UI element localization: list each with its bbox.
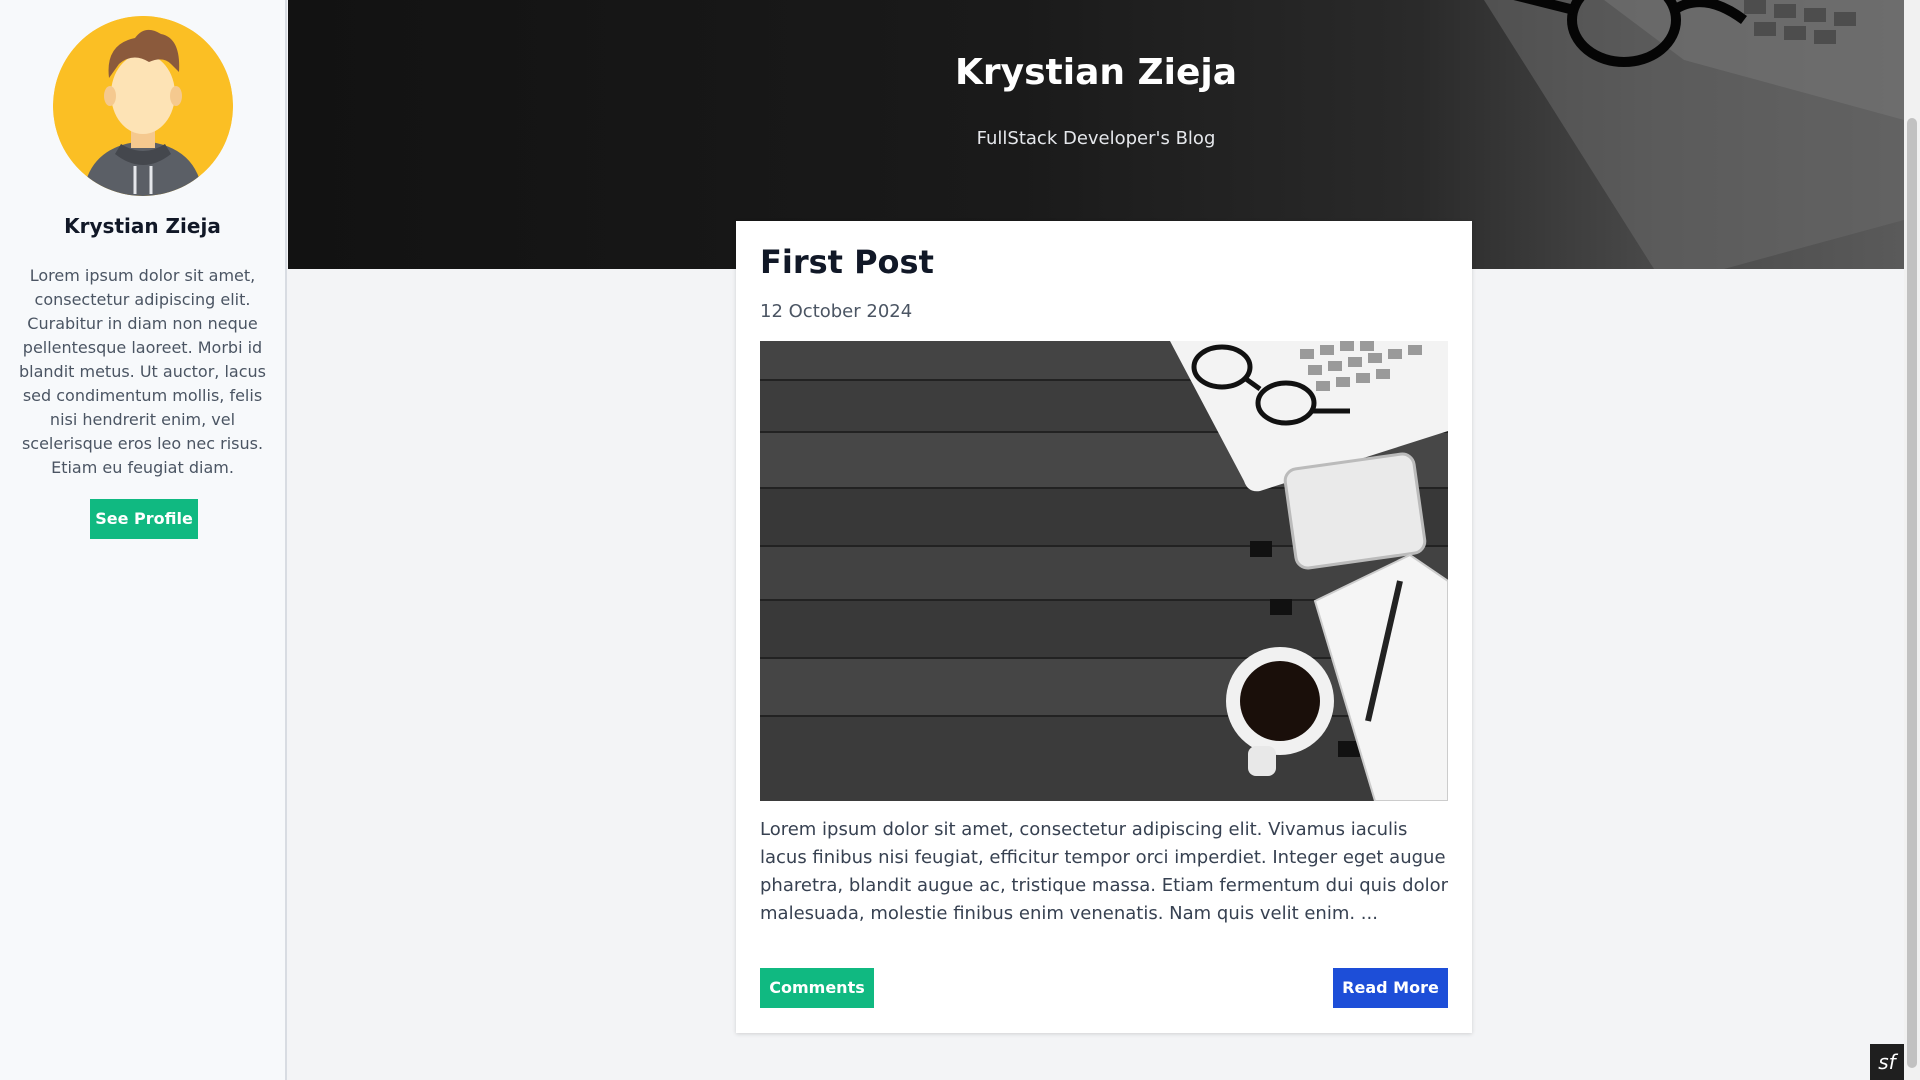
read-more-button[interactable]: Read More xyxy=(1333,968,1448,1008)
post-excerpt: Lorem ipsum dolor sit amet, consectetur … xyxy=(760,819,1448,924)
post-image xyxy=(760,341,1448,801)
site-title: Krystian Zieja xyxy=(954,52,1238,93)
author-name: Krystian Zieja xyxy=(64,214,221,238)
scrollbar-thumb[interactable] xyxy=(1907,118,1917,1068)
see-profile-button[interactable]: See Profile xyxy=(90,499,198,539)
comments-button[interactable]: Comments xyxy=(760,968,874,1008)
post-title[interactable]: First Post xyxy=(760,243,934,281)
post-card: First Post 12 October 2024 Lorem ipsum d… xyxy=(736,221,1472,1033)
page-scrollbar[interactable] xyxy=(1904,0,1920,1080)
user-avatar-icon xyxy=(53,16,233,196)
post-date: 12 October 2024 xyxy=(760,301,913,322)
sidebar: Krystian Zieja Lorem ipsum dolor sit ame… xyxy=(0,0,287,1080)
author-bio: Lorem ipsum dolor sit amet, consectetur … xyxy=(18,266,266,477)
symfony-icon[interactable]: sf xyxy=(1870,1044,1904,1080)
site-subtitle: FullStack Developer's Blog xyxy=(976,128,1216,149)
